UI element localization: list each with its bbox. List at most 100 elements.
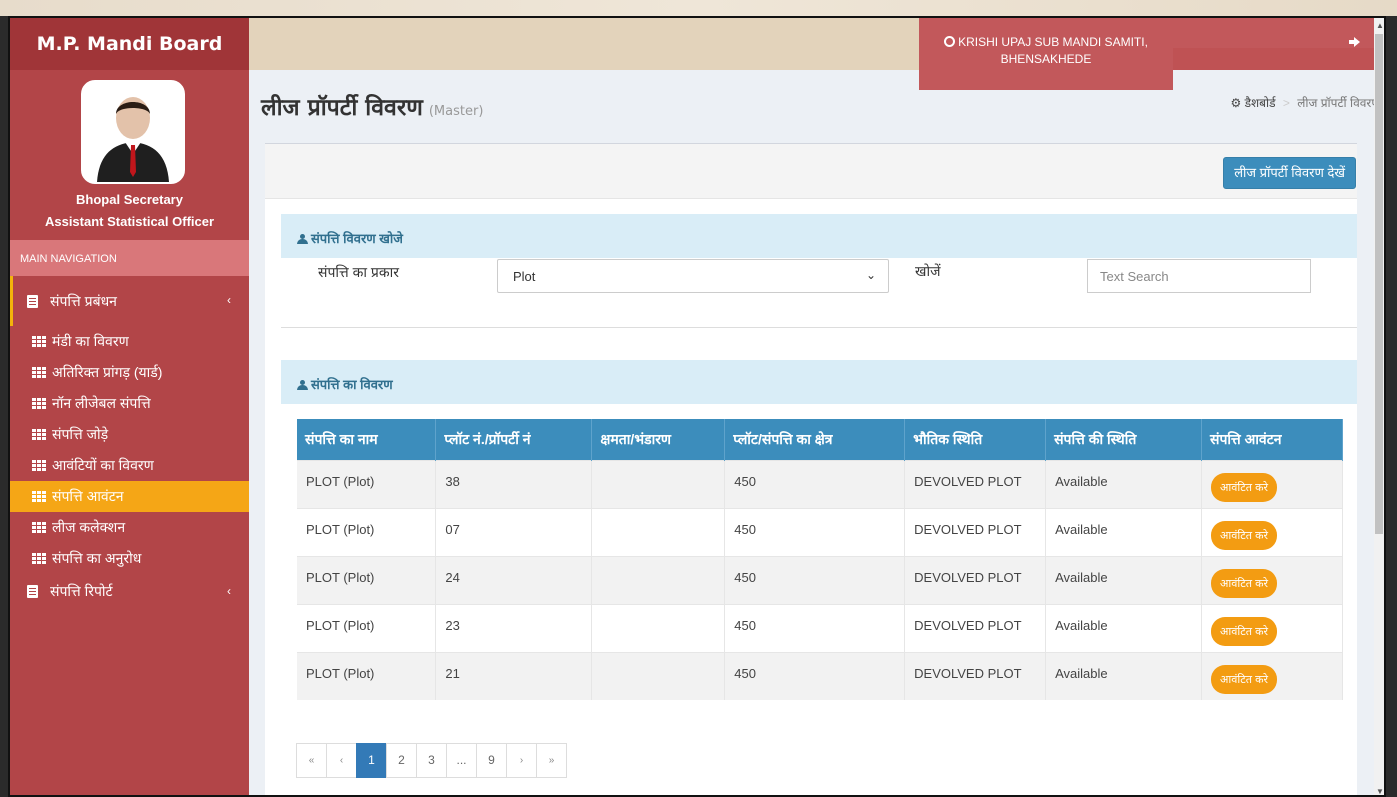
column-header: प्लॉट/संपत्ति का क्षेत्र	[724, 419, 906, 460]
allot-button[interactable]: आवंटित करे	[1211, 472, 1278, 502]
sign-out-glyph	[1349, 37, 1360, 47]
pagination-page[interactable]: 3	[416, 743, 447, 778]
book-icon	[27, 294, 38, 308]
breadcrumb-current: लीज प्रॉपर्टी विवरण	[1297, 96, 1380, 110]
cell-name: PLOT (Plot)	[297, 651, 437, 700]
property-type-select[interactable]: Plot ⌄	[497, 259, 889, 293]
cell-status: Available	[1045, 603, 1203, 652]
details-section-header: संपत्ति का विवरण	[281, 360, 1357, 404]
nav-group-label: संपत्ति प्रबंधन	[50, 292, 117, 309]
sidebar-item-add-property[interactable]: संपत्ति जोड़े	[10, 419, 249, 450]
cell-name: PLOT (Plot)	[297, 507, 437, 556]
cell-name: PLOT (Plot)	[297, 603, 437, 652]
table-row: PLOT (Plot) 24 450 DEVOLVED PLOT Availab…	[297, 555, 1343, 604]
scrollbar-thumb[interactable]	[1375, 34, 1383, 534]
chevron-left-icon: ‹	[227, 293, 231, 307]
allot-button[interactable]: आवंटित करे	[1211, 664, 1278, 694]
cell-physical-status: DEVOLVED PLOT	[904, 459, 1047, 508]
sidebar-item-label: लीज कलेक्शन	[52, 519, 126, 535]
allot-button[interactable]: आवंटित करे	[1211, 616, 1278, 646]
cell-action: आवंटित करे	[1201, 651, 1343, 700]
allot-button[interactable]: आवंटित करे	[1211, 520, 1278, 550]
samiti-badge[interactable]: KRISHI UPAJ SUB MANDI SAMITI, BHENSAKHED…	[919, 18, 1173, 90]
nav-group-label: संपत्ति रिपोर्ट	[50, 582, 113, 599]
property-table: संपत्ति का नाम प्लॉट नं./प्रॉपर्टी नं क्…	[297, 419, 1343, 700]
cell-status: Available	[1045, 555, 1203, 604]
sidebar-item-allottee-details[interactable]: आवंटियों का विवरण	[10, 450, 249, 481]
cell-area: 450	[724, 507, 906, 556]
user-role-line1: Bhopal Secretary	[76, 192, 183, 207]
globe-icon	[944, 36, 956, 47]
pagination-last[interactable]: »	[536, 743, 567, 778]
sidebar-item-property-allotment[interactable]: संपत्ति आवंटन	[10, 481, 249, 512]
grid-icon	[32, 398, 46, 409]
cell-action: आवंटित करे	[1201, 603, 1343, 652]
property-type-value: Plot	[513, 269, 536, 284]
cell-capacity	[591, 459, 726, 508]
search-label: खोजें	[915, 263, 941, 279]
nav-header: MAIN NAVIGATION	[10, 240, 249, 276]
page-title-text: लीज प्रॉपर्टी विवरण	[261, 95, 423, 121]
cell-physical-status: DEVOLVED PLOT	[904, 507, 1047, 556]
dashboard-icon: ⚙	[1230, 96, 1242, 110]
column-header: प्लॉट नं./प्रॉपर्टी नं	[435, 419, 593, 460]
vertical-scrollbar[interactable]: ▲ ▼	[1374, 18, 1384, 795]
column-header: क्षमता/भंडारण	[591, 419, 726, 460]
pagination-next[interactable]: ›	[506, 743, 537, 778]
sidebar-item-non-leasable[interactable]: नॉन लीजेबल संपत्ति	[10, 388, 249, 419]
table-header-row: संपत्ति का नाम प्लॉट नं./प्रॉपर्टी नं क्…	[297, 419, 1343, 460]
cell-number: 23	[435, 603, 593, 652]
pagination-prev[interactable]: ‹	[326, 743, 357, 778]
details-section-title: संपत्ति का विवरण	[311, 377, 393, 392]
sidebar-item-label: संपत्ति आवंटन	[52, 488, 124, 504]
view-lease-details-button[interactable]: लीज प्रॉपर्टी विवरण देखें	[1223, 157, 1356, 189]
sidebar-item-additional-yard[interactable]: अतिरिक्त प्रांगड़ (यार्ड)	[10, 357, 249, 388]
cell-action: आवंटित करे	[1201, 555, 1343, 604]
app-frame: M.P. Mandi Board Bhopal Secretary Assist…	[8, 16, 1386, 797]
grid-icon	[32, 429, 46, 440]
cell-name: PLOT (Plot)	[297, 459, 437, 508]
page-subtitle: (Master)	[428, 104, 484, 119]
decorative-top-strip	[0, 0, 1397, 16]
pagination-first[interactable]: «	[296, 743, 327, 778]
cell-status: Available	[1045, 459, 1203, 508]
table-row: PLOT (Plot) 38 450 DEVOLVED PLOT Availab…	[297, 459, 1343, 508]
cell-physical-status: DEVOLVED PLOT	[904, 555, 1047, 604]
cell-number: 21	[435, 651, 593, 700]
nav-group-property-report[interactable]: संपत्ति रिपोर्ट ‹	[10, 574, 249, 608]
pagination-page[interactable]: 2	[386, 743, 417, 778]
scroll-up-icon[interactable]: ▲	[1376, 21, 1384, 30]
nav-submenu: मंडी का विवरण अतिरिक्त प्रांगड़ (यार्ड) …	[10, 326, 249, 574]
user-icon	[297, 380, 308, 390]
text-search-input[interactable]	[1087, 259, 1311, 293]
column-header: संपत्ति का नाम	[297, 419, 437, 460]
allot-button[interactable]: आवंटित करे	[1211, 568, 1278, 598]
grid-icon	[32, 460, 46, 471]
cell-action: आवंटित करे	[1201, 459, 1343, 508]
sign-out-icon[interactable]	[1349, 36, 1360, 50]
cell-capacity	[591, 651, 726, 700]
cell-area: 450	[724, 603, 906, 652]
pagination-page[interactable]: 1	[356, 743, 387, 778]
app-logo[interactable]: M.P. Mandi Board	[10, 18, 249, 70]
chevron-down-icon: ⌄	[865, 268, 876, 282]
chevron-left-icon: ‹	[227, 584, 231, 598]
avatar	[81, 80, 185, 184]
table-row: PLOT (Plot) 23 450 DEVOLVED PLOT Availab…	[297, 603, 1343, 652]
sidebar-item-label: संपत्ति का अनुरोध	[52, 550, 142, 566]
cell-action: आवंटित करे	[1201, 507, 1343, 556]
table-row: PLOT (Plot) 21 450 DEVOLVED PLOT Availab…	[297, 651, 1343, 700]
grid-icon	[32, 522, 46, 533]
nav-group-property-management[interactable]: संपत्ति प्रबंधन ‹	[10, 276, 249, 326]
sidebar-item-property-request[interactable]: संपत्ति का अनुरोध	[10, 543, 249, 574]
pagination-page[interactable]: 9	[476, 743, 507, 778]
sidebar-item-label: अतिरिक्त प्रांगड़ (यार्ड)	[52, 364, 163, 380]
scroll-down-icon[interactable]: ▼	[1376, 787, 1384, 795]
main-content: लीज प्रॉपर्टी विवरण (Master) ⚙ डैशबोर्ड >…	[249, 70, 1384, 795]
user-name: Bhopal Secretary Assistant Statistical O…	[10, 189, 249, 233]
sidebar-item-mandi-details[interactable]: मंडी का विवरण	[10, 326, 249, 357]
breadcrumb-home[interactable]: डैशबोर्ड	[1245, 96, 1276, 110]
sidebar-item-lease-collection[interactable]: लीज कलेक्शन	[10, 512, 249, 543]
sidebar-item-label: आवंटियों का विवरण	[52, 457, 154, 473]
cell-capacity	[591, 507, 726, 556]
